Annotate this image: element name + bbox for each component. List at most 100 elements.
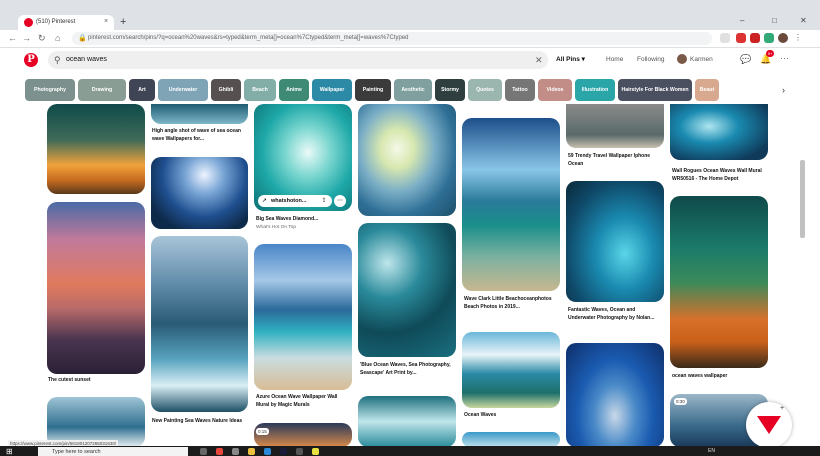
new-tab-button[interactable]: +	[120, 15, 126, 29]
pin-source-link[interactable]: whatshoton...	[271, 197, 306, 205]
arrow-icon: ➚	[262, 198, 268, 204]
url-text[interactable]: pinterest.com/search/pins/?q=ocean%20wav…	[88, 34, 409, 43]
more-options-icon[interactable]: ⋯	[780, 52, 789, 64]
home-button[interactable]: ⌂	[55, 32, 60, 44]
pin-image[interactable]	[358, 396, 456, 447]
pin-caption[interactable]: Fantastic Waves, Ocean and Underwater Ph…	[568, 307, 663, 322]
video-duration-badge: 0:30	[674, 398, 687, 405]
chip-ghibli[interactable]: Ghibli	[211, 79, 241, 101]
tab-close-icon[interactable]: ×	[104, 17, 108, 27]
pin-caption[interactable]: Ocean Waves	[464, 412, 559, 420]
chip-illustration[interactable]: Illustration	[575, 79, 615, 101]
page-scrollbar[interactable]	[800, 160, 805, 238]
pin-more-icon[interactable]: ⋯	[334, 195, 346, 207]
chip-tattoo[interactable]: Tattoo	[505, 79, 535, 101]
pin-image[interactable]	[358, 223, 456, 357]
chrome-icon[interactable]	[216, 448, 223, 455]
chip-hairstyle-for-black-women[interactable]: Hairstyle For Black Women	[618, 79, 692, 101]
minimize-button[interactable]: –	[740, 16, 744, 26]
close-window-button[interactable]: ✕	[800, 16, 807, 26]
chip-painting[interactable]: Painting	[355, 79, 391, 101]
user-name[interactable]: Karmen	[690, 55, 713, 65]
pin-image[interactable]	[47, 104, 145, 194]
pin-image[interactable]	[566, 181, 664, 302]
clear-search-icon[interactable]: ✕	[535, 53, 543, 67]
plus-icon[interactable]: +	[780, 404, 784, 414]
pin-image[interactable]	[462, 118, 560, 291]
pin-image[interactable]	[151, 157, 248, 229]
pin-caption[interactable]: New Painting Sea Waves Nature Ideas	[152, 418, 247, 426]
app-icon[interactable]	[296, 448, 303, 455]
avatar[interactable]	[677, 54, 687, 64]
extension-icon[interactable]	[736, 33, 746, 43]
lock-icon[interactable]: 🔒	[78, 34, 87, 43]
chip-aesthetic[interactable]: Aesthetic	[394, 79, 432, 101]
pin-image[interactable]	[566, 343, 664, 447]
help-logo-icon	[757, 416, 781, 434]
taskbar-search-placeholder[interactable]: Type here to search	[52, 448, 101, 456]
pin-caption[interactable]: Azure Ocean Wave Wallpaper Wall Mural by…	[256, 394, 351, 409]
pinterest-logo[interactable]: P	[24, 53, 38, 67]
pin-caption[interactable]: 'Blue Ocean Waves, Sea Photography, Seas…	[360, 362, 455, 377]
pin-image[interactable]	[462, 332, 560, 408]
reload-button[interactable]: ↻	[38, 32, 46, 44]
star-icon[interactable]	[720, 33, 730, 43]
pin-caption[interactable]: High angle shot of wave of sea ocean wav…	[152, 128, 247, 143]
nav-home[interactable]: Home	[606, 55, 623, 65]
pin-image[interactable]	[358, 104, 456, 216]
chip-drawing[interactable]: Drawing	[78, 79, 126, 101]
pin-image[interactable]	[151, 236, 248, 412]
pin-image[interactable]	[566, 104, 664, 148]
chip-art[interactable]: Art	[129, 79, 155, 101]
chip-photography[interactable]: Photography	[25, 79, 75, 101]
pin-caption[interactable]: ocean waves wallpaper	[672, 373, 767, 381]
maximize-button[interactable]: □	[772, 16, 777, 26]
pin-subtitle[interactable]: What's Hot On Top	[256, 224, 296, 231]
back-button[interactable]: ←	[8, 32, 17, 44]
task-view-icon[interactable]	[200, 448, 207, 455]
app-icon[interactable]	[312, 448, 319, 455]
pin-image[interactable]	[670, 196, 768, 368]
video-duration-badge: 0:15	[256, 428, 269, 435]
chip-quotes[interactable]: Quotes	[468, 79, 502, 101]
pin-image[interactable]	[670, 104, 768, 160]
pin-image[interactable]	[462, 432, 560, 447]
pin-caption[interactable]: Wall Rogues Ocean Waves Wall Mural WR505…	[672, 168, 767, 183]
nav-following[interactable]: Following	[637, 55, 664, 65]
language-indicator[interactable]: EN	[708, 448, 715, 455]
pin-image[interactable]	[151, 104, 248, 124]
chip-beaut[interactable]: Beaut	[695, 79, 719, 101]
file-explorer-icon[interactable]	[248, 448, 255, 455]
share-icon[interactable]: ⇪	[318, 195, 330, 207]
chip-stormy[interactable]: Stormy	[435, 79, 465, 101]
chip-underwater[interactable]: Underwater	[158, 79, 208, 101]
chip-wallpaper[interactable]: Wallpaper	[312, 79, 352, 101]
extension-icon[interactable]	[764, 33, 774, 43]
photoshop-icon[interactable]	[280, 448, 287, 455]
chip-videos[interactable]: Videos	[538, 79, 572, 101]
profile-avatar[interactable]	[778, 33, 788, 43]
search-icon: ⚲	[54, 55, 61, 65]
tab-title: (510) Pinterest	[36, 19, 76, 25]
forward-button[interactable]: →	[22, 32, 31, 44]
windows-start-icon[interactable]: ⊞	[6, 447, 13, 456]
search-input[interactable]	[66, 54, 446, 66]
telegram-icon[interactable]	[264, 448, 271, 455]
app-icon[interactable]	[232, 448, 239, 455]
browser-menu-icon[interactable]: ⋮	[794, 33, 804, 43]
pin-caption[interactable]: Big Sea Waves Diamond...	[256, 216, 351, 224]
pin-image[interactable]	[254, 244, 352, 390]
extension-icon[interactable]	[750, 33, 760, 43]
pin-caption[interactable]: The cutest sunset	[48, 377, 143, 385]
all-pins-dropdown[interactable]: All Pins ▾	[556, 55, 585, 65]
chip-beach[interactable]: Beach	[244, 79, 276, 101]
chip-anime[interactable]: Anime	[279, 79, 309, 101]
pin-image[interactable]	[47, 202, 145, 374]
notification-badge: 9+	[766, 50, 774, 57]
pin-image[interactable]	[254, 423, 352, 447]
pin-caption[interactable]: 59 Trendy Travel Wallpaper Iphone Ocean	[568, 153, 663, 168]
pinterest-favicon-icon	[24, 18, 33, 27]
chevron-right-icon[interactable]: ›	[782, 84, 785, 96]
pin-caption[interactable]: Wave Clark Little Beachoceanphotos Beach…	[464, 296, 559, 311]
messages-icon[interactable]: 💬	[740, 53, 751, 65]
